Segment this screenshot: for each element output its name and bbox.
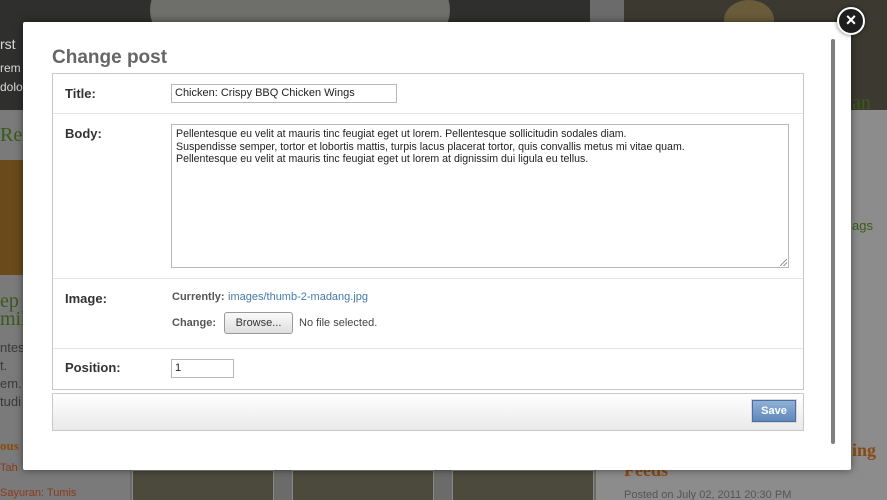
body-text-line: Pellentesque eu velit at mauris tinc feu… <box>176 128 627 140</box>
page-title: Change post <box>52 47 168 68</box>
thumb-image <box>452 470 594 500</box>
title-label: Title: <box>65 86 96 101</box>
thumb-image <box>132 470 274 500</box>
change-post-modal: Change post Title: Chicken: Crispy BBQ C… <box>23 22 851 470</box>
bg-text: ous <box>0 438 19 453</box>
bg-text: tudi <box>0 394 21 409</box>
title-input[interactable]: Chicken: Crispy BBQ Chicken Wings <box>171 84 397 103</box>
body-label: Body: <box>65 126 102 141</box>
bg-text: an <box>852 92 871 114</box>
position-label: Position: <box>65 360 121 375</box>
change-post-form: Title: Chicken: Crispy BBQ Chicken Wings… <box>52 73 804 390</box>
file-status-text: No file selected. <box>299 317 378 329</box>
bg-text: ing <box>852 440 877 460</box>
position-input[interactable]: 1 <box>171 359 234 378</box>
bg-text: ags <box>852 218 873 233</box>
body-textarea[interactable]: Pellentesque eu velit at mauris tinc feu… <box>171 124 789 268</box>
submit-row: Save <box>52 393 804 431</box>
bg-text: rem <box>0 61 21 75</box>
bg-text: dolo <box>0 80 23 94</box>
change-label: Change: <box>172 317 216 329</box>
bg-text: Sayuran: Tumis <box>0 487 77 499</box>
thumb-image <box>292 470 434 500</box>
body-row: Body: Pellentesque eu velit at mauris ti… <box>53 114 803 279</box>
bg-text: rst <box>0 36 16 52</box>
bg-text: Posted on July 02, 2011 20:30 PM <box>624 489 792 500</box>
close-icon[interactable]: × <box>837 7 865 35</box>
body-text-line: Pellentesque eu velit at mauris tinc feu… <box>176 153 589 166</box>
image-label: Image: <box>65 291 107 306</box>
resize-grip-icon[interactable] <box>780 259 787 266</box>
currently-label: Currently: <box>172 291 225 303</box>
modal-content: Change post Title: Chicken: Crispy BBQ C… <box>37 36 837 456</box>
bg-text: t. <box>0 358 8 373</box>
food-image <box>0 160 24 275</box>
position-row: Position: 1 <box>53 349 803 389</box>
bg-text: Tah <box>0 462 18 474</box>
title-row: Title: Chicken: Crispy BBQ Chicken Wings <box>53 74 803 114</box>
image-row: Image: Currently: images/thumb-2-madang.… <box>53 279 803 349</box>
browse-button[interactable]: Browse... <box>224 312 293 334</box>
current-image-link[interactable]: images/thumb-2-madang.jpg <box>228 291 368 303</box>
modal-scrollbar[interactable] <box>831 39 835 444</box>
body-text-line: Suspendisse semper, tortor et lobortis m… <box>176 140 685 153</box>
bg-text: Re <box>0 124 23 146</box>
save-button[interactable]: Save <box>752 400 796 422</box>
bg-text: em. <box>0 376 22 391</box>
bg-text: ntes <box>0 340 25 355</box>
